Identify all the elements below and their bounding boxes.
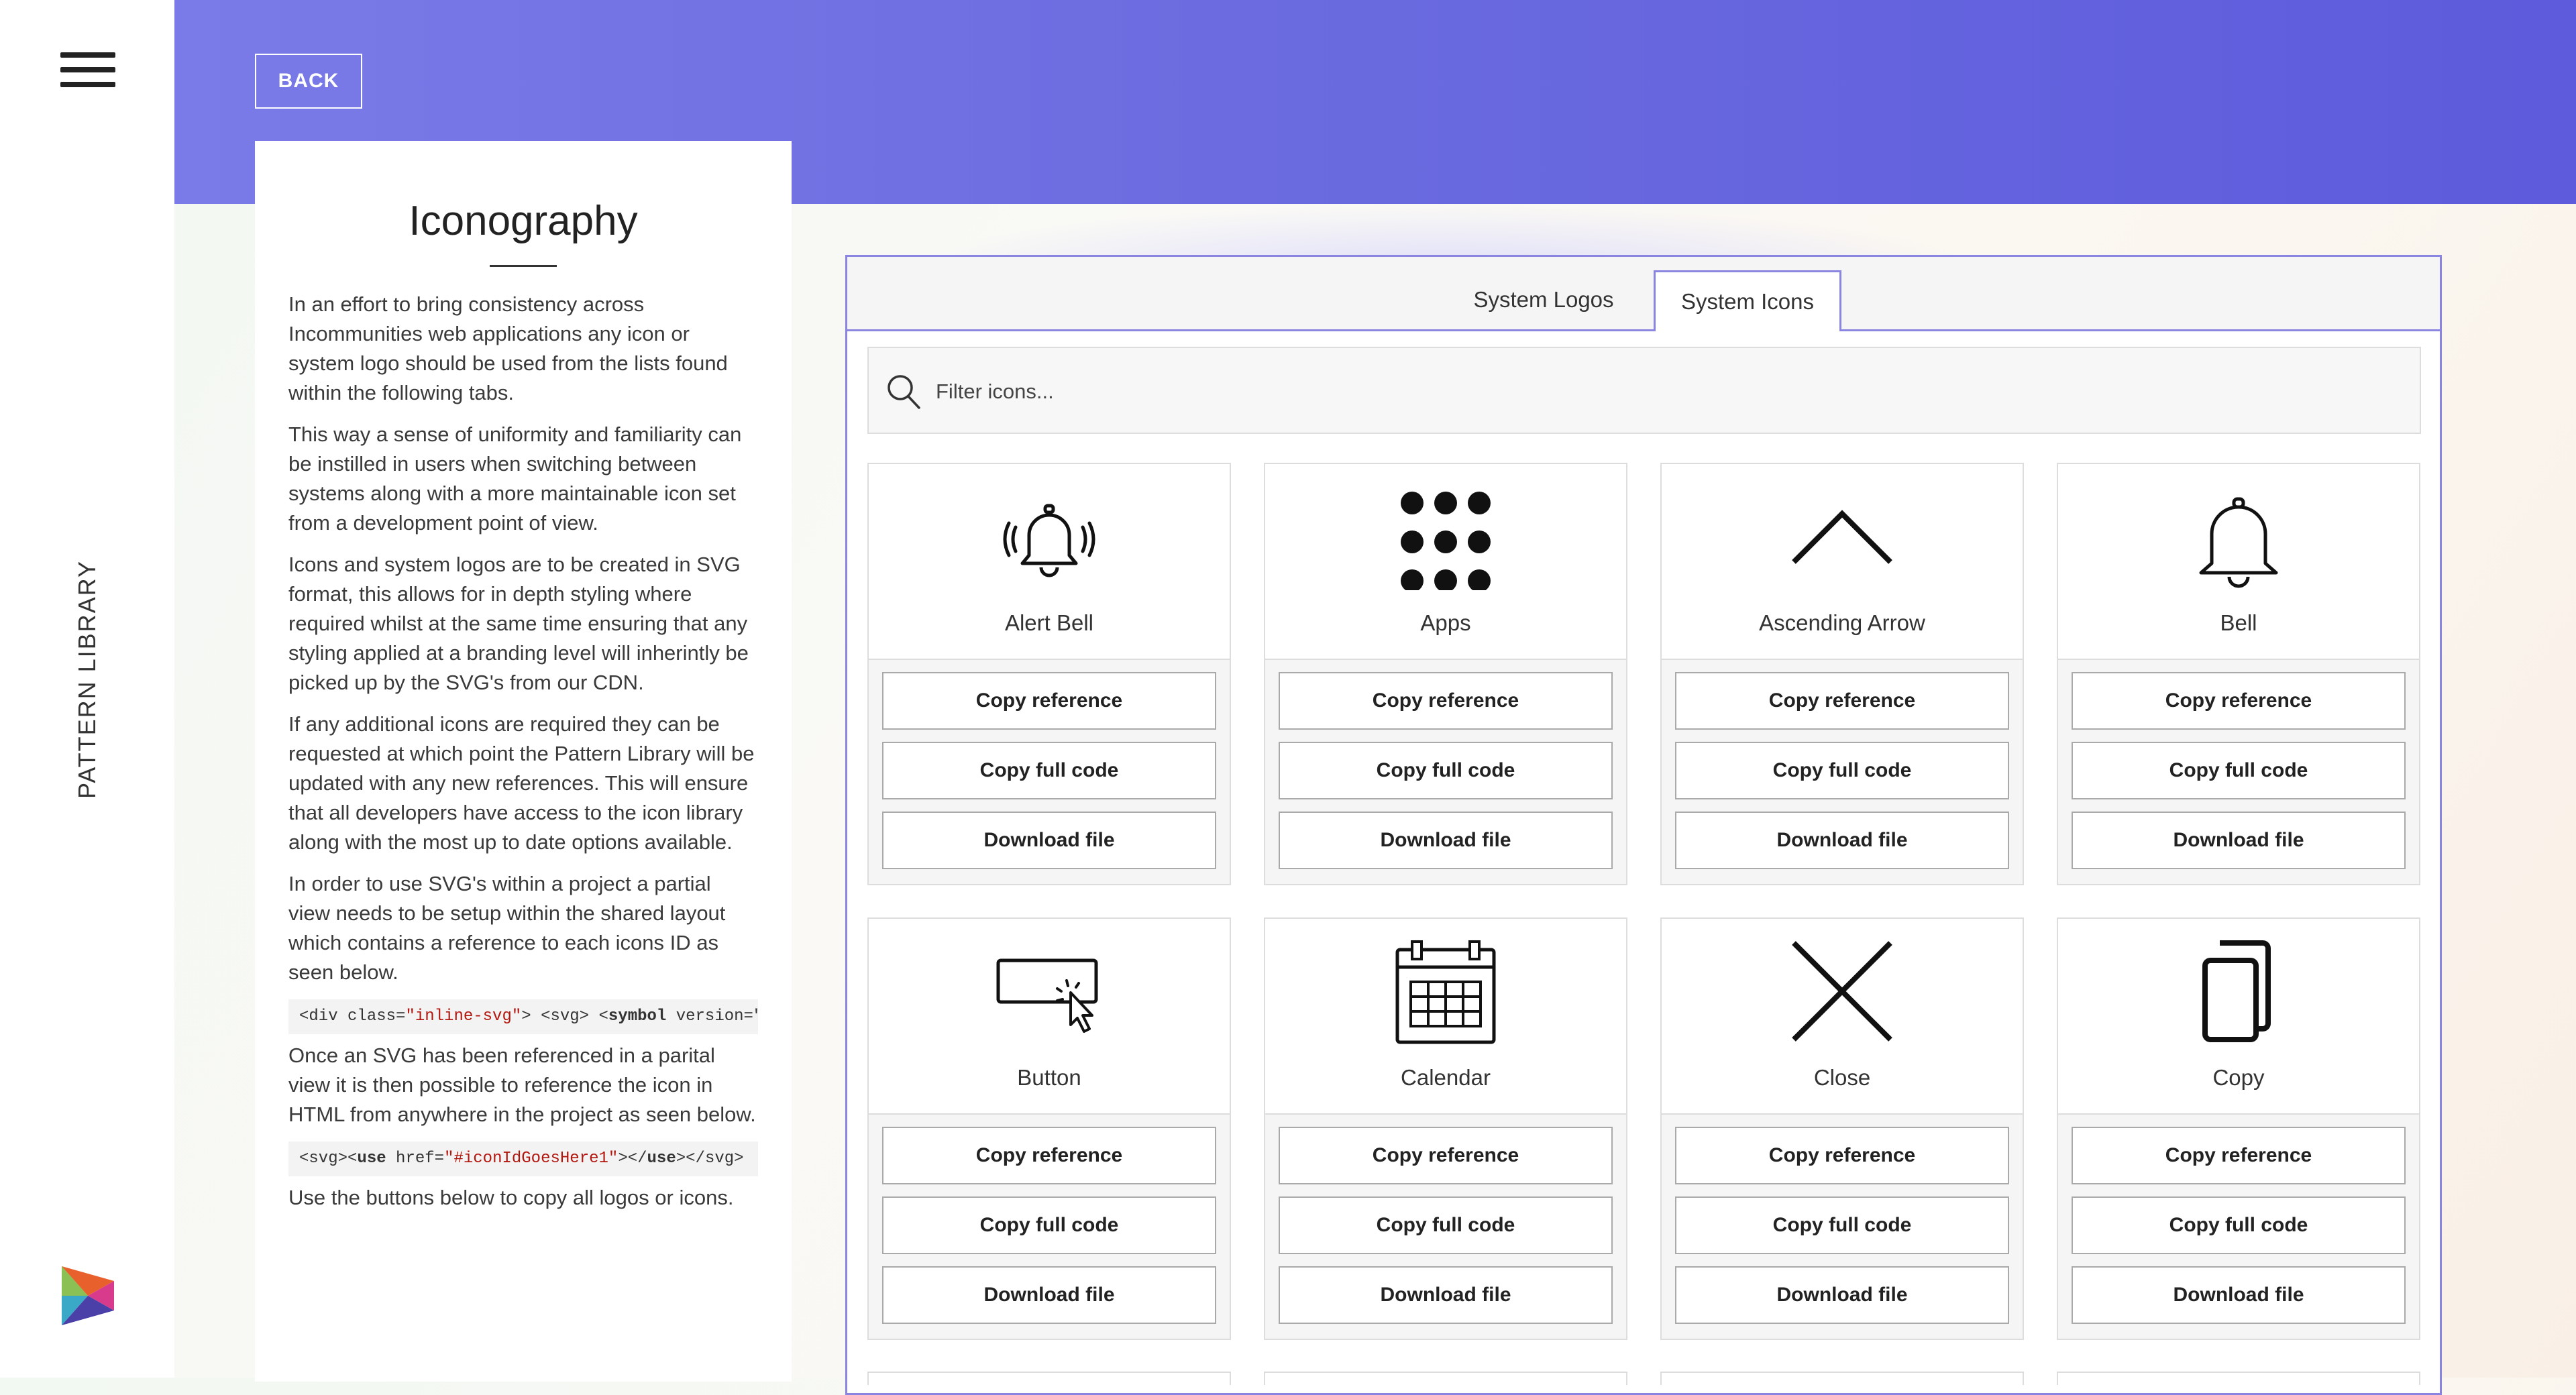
icon-name: Copy <box>2212 1065 2265 1090</box>
download-file-button[interactable]: Download file <box>1279 1266 1613 1324</box>
sidebar-label: PATTERN LIBRARY <box>73 559 101 799</box>
ascending-arrow-icon <box>1792 510 1892 564</box>
intro-paragraph: In an effort to bring consistency across… <box>288 292 728 404</box>
copy-icon <box>2202 940 2271 1042</box>
calendar-icon <box>1395 940 1496 1044</box>
brand-logo <box>62 1266 114 1325</box>
icon-name: Bell <box>2220 610 2257 635</box>
copy-reference-button[interactable]: Copy reference <box>2072 1127 2406 1184</box>
search-icon <box>888 375 920 409</box>
icon-card-copy: Copy Copy reference Copy full code Downl… <box>2057 917 2420 1340</box>
icon-card-ascending-arrow: Ascending Arrow Copy reference Copy full… <box>1660 463 2024 885</box>
filter-icons-input[interactable] <box>934 371 2145 412</box>
page-title: Iconography <box>409 198 638 244</box>
button-icon <box>996 958 1098 1033</box>
icon-card-partial <box>2057 1372 2420 1385</box>
tab-bar: System Logos System Icons <box>847 257 2440 331</box>
download-file-button[interactable]: Download file <box>1675 812 2009 869</box>
copy-full-code-button[interactable]: Copy full code <box>2072 742 2406 799</box>
filter-search <box>867 347 2421 434</box>
download-file-button[interactable]: Download file <box>2072 812 2406 869</box>
copy-full-code-button[interactable]: Copy full code <box>1279 742 1613 799</box>
copy-full-code-button[interactable]: Copy full code <box>1279 1196 1613 1254</box>
alert-bell-icon <box>1003 504 1095 577</box>
icon-library-panel: System Logos System Icons Alert Bell Cop… <box>845 255 2442 1395</box>
icon-card-alert-bell: Alert Bell Copy reference Copy full code… <box>867 463 1231 885</box>
code-snippet-use: <svg><use href="#iconIdGoesHere1"></use>… <box>288 1141 758 1176</box>
icon-name: Apps <box>1420 610 1471 635</box>
code-snippet-partial: <div class="inline-svg"> <svg> <symbol v… <box>288 999 758 1034</box>
intro-paragraph: Once an SVG has been referenced in a par… <box>288 1044 756 1126</box>
copy-reference-button[interactable]: Copy reference <box>882 1127 1216 1184</box>
icon-card-partial <box>1264 1372 1627 1385</box>
copy-full-code-button[interactable]: Copy full code <box>882 1196 1216 1254</box>
icon-name: Calendar <box>1401 1065 1491 1090</box>
icon-name: Ascending Arrow <box>1759 610 1925 635</box>
download-file-button[interactable]: Download file <box>2072 1266 2406 1324</box>
copy-reference-button[interactable]: Copy reference <box>882 672 1216 730</box>
intro-paragraph: Icons and system logos are to be created… <box>288 553 749 694</box>
icon-card-partial <box>1660 1372 2024 1385</box>
sidebar: PATTERN LIBRARY <box>0 0 174 1378</box>
title-divider <box>490 265 557 267</box>
copy-reference-button[interactable]: Copy reference <box>1279 672 1613 730</box>
copy-full-code-button[interactable]: Copy full code <box>2072 1196 2406 1254</box>
copy-full-code-button[interactable]: Copy full code <box>882 742 1216 799</box>
icon-card-partial <box>867 1372 1231 1385</box>
bell-icon <box>2199 497 2278 588</box>
download-file-button[interactable]: Download file <box>1675 1266 2009 1324</box>
icon-card-bell: Bell Copy reference Copy full code Downl… <box>2057 463 2420 885</box>
download-file-button[interactable]: Download file <box>882 1266 1216 1324</box>
icon-name: Close <box>1813 1065 1871 1090</box>
copy-reference-button[interactable]: Copy reference <box>2072 672 2406 730</box>
copy-full-code-button[interactable]: Copy full code <box>1675 742 2009 799</box>
close-icon <box>1792 941 1892 1042</box>
intro-paragraph: In order to use SVG's within a project a… <box>288 872 726 984</box>
copy-reference-button[interactable]: Copy reference <box>1279 1127 1613 1184</box>
intro-paragraph: If any additional icons are required the… <box>288 712 755 854</box>
intro-paragraph: Use the buttons below to copy all logos … <box>288 1186 734 1209</box>
download-file-button[interactable]: Download file <box>1279 812 1613 869</box>
icon-card-calendar: Calendar Copy reference Copy full code D… <box>1264 917 1627 1340</box>
icon-name: Alert Bell <box>1004 610 1094 635</box>
menu-icon[interactable] <box>60 52 115 87</box>
apps-icon <box>1401 492 1491 590</box>
tab-system-icons[interactable]: System Icons <box>1654 270 1841 331</box>
intro-panel: Iconography In an effort to bring consis… <box>255 141 792 1382</box>
icon-card-close: Close Copy reference Copy full code Down… <box>1660 917 2024 1340</box>
download-file-button[interactable]: Download file <box>882 812 1216 869</box>
intro-paragraph: This way a sense of uniformity and famil… <box>288 423 742 535</box>
icon-card-apps: Apps Copy reference Copy full code Downl… <box>1264 463 1627 885</box>
copy-full-code-button[interactable]: Copy full code <box>1675 1196 2009 1254</box>
back-button[interactable]: BACK <box>255 54 362 109</box>
tab-system-logos[interactable]: System Logos <box>1463 270 1624 329</box>
icon-card-button: Button Copy reference Copy full code Dow… <box>867 917 1231 1340</box>
copy-reference-button[interactable]: Copy reference <box>1675 1127 2009 1184</box>
icon-name: Button <box>1017 1065 1081 1090</box>
copy-reference-button[interactable]: Copy reference <box>1675 672 2009 730</box>
